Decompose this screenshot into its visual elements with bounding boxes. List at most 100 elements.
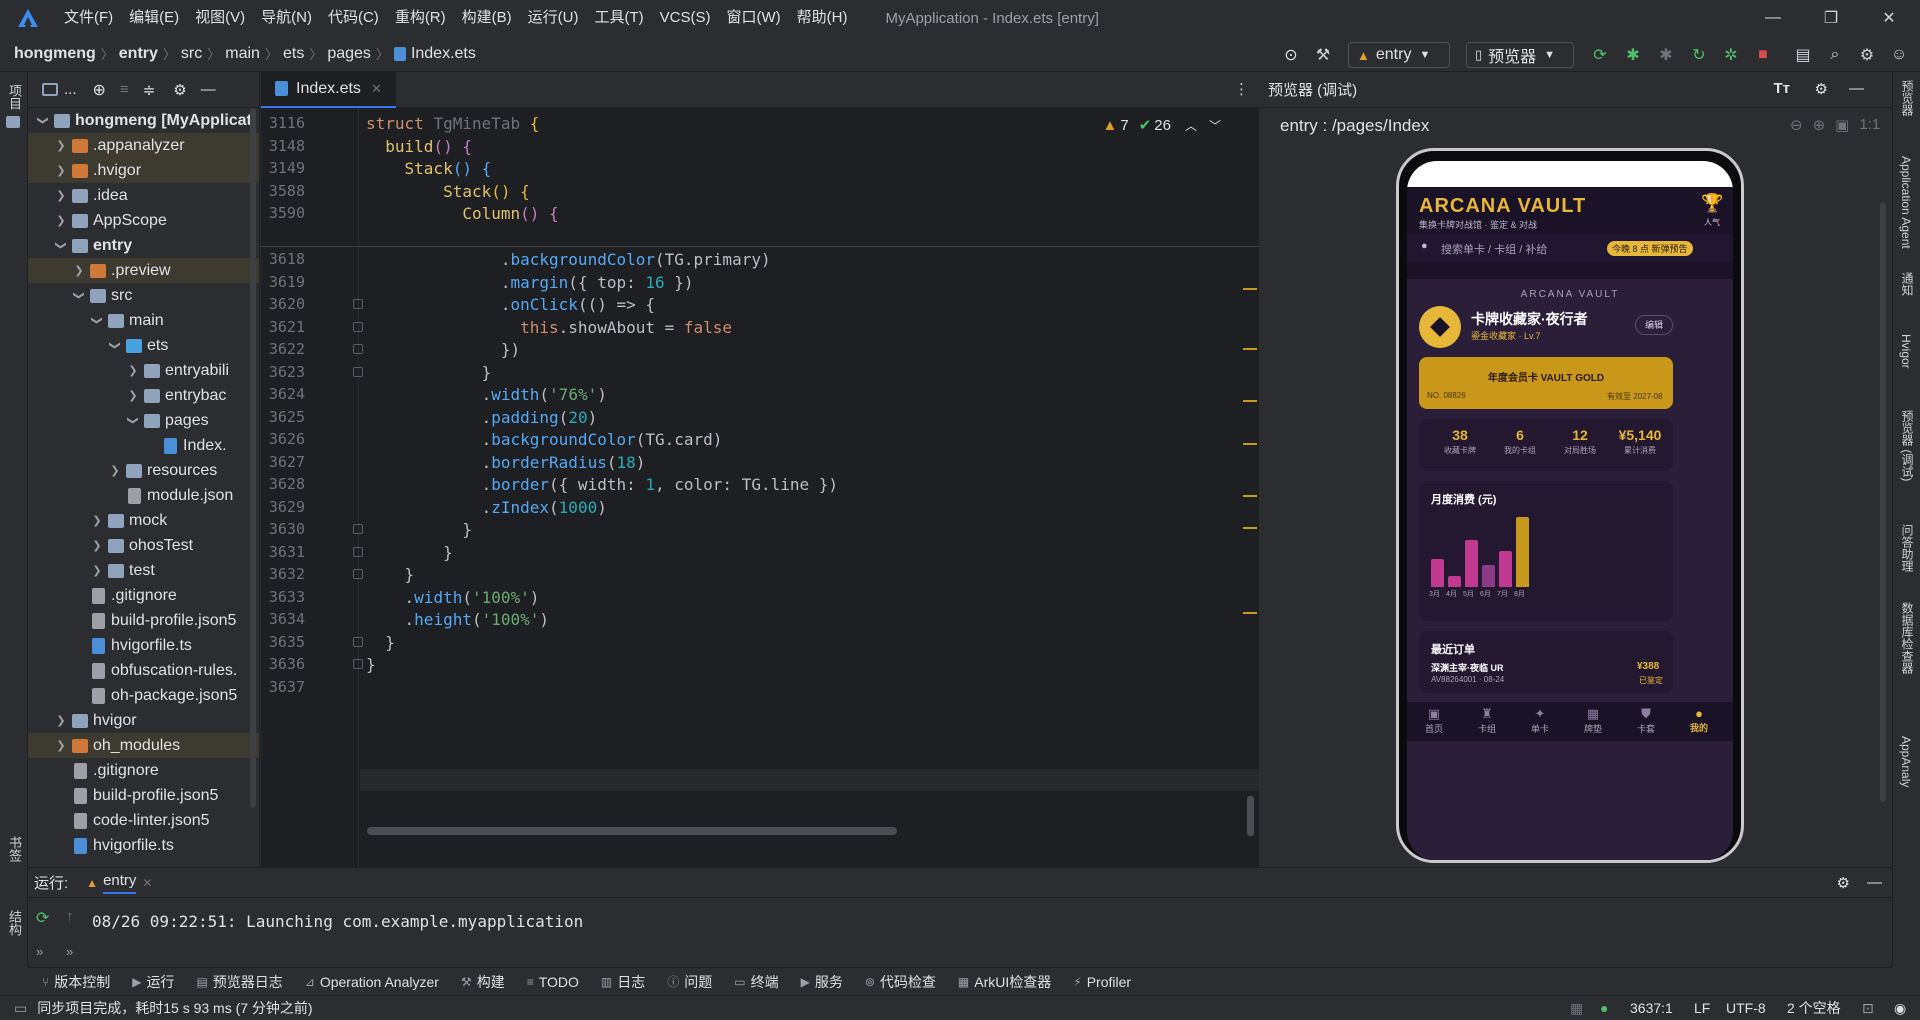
warning-marker[interactable] xyxy=(1243,443,1257,445)
right-tool-tab[interactable]: 数据库检查器 xyxy=(1899,602,1916,674)
nav-item[interactable]: ▣ 首页 xyxy=(1411,706,1457,735)
tree-node[interactable]: code-linter.json5 xyxy=(28,808,259,833)
breadcrumb-item[interactable]: main xyxy=(225,45,260,63)
zoom-out-icon[interactable]: ⊖ xyxy=(1790,116,1803,134)
fold-marker-icon[interactable] xyxy=(353,524,363,534)
tree-node[interactable]: ❯ ohosTest xyxy=(28,533,259,558)
close-tab-icon[interactable]: ✕ xyxy=(142,876,152,890)
menu-0[interactable]: 文件(F) xyxy=(56,0,121,36)
menu-6[interactable]: 构建(B) xyxy=(454,0,520,36)
right-tool-tab[interactable]: AppAnaly xyxy=(1899,736,1913,787)
fold-marker-icon[interactable] xyxy=(353,321,363,332)
expand-arrow-icon[interactable]: ❯ xyxy=(54,164,68,177)
nav-item[interactable]: ▦ 牌垫 xyxy=(1570,706,1616,735)
tree-node[interactable]: ❯ .appanalyzer xyxy=(28,133,259,158)
gear-icon[interactable]: ⚙ xyxy=(1815,80,1828,98)
expand-arrow-icon[interactable]: ❯ xyxy=(126,364,140,377)
collapse-all-icon[interactable]: ≑ xyxy=(143,81,156,99)
preview-scrollbar[interactable] xyxy=(1880,202,1886,802)
bottom-tool-1[interactable]: ▶ 运行 xyxy=(132,972,174,992)
expand-arrow-icon[interactable]: ❯ xyxy=(54,739,68,752)
fold-marker-icon[interactable] xyxy=(353,569,363,579)
tree-scrollbar[interactable] xyxy=(250,108,256,808)
menu-11[interactable]: 帮助(H) xyxy=(789,0,856,36)
expand-arrow-icon[interactable]: ❯ xyxy=(54,714,68,727)
tree-node[interactable]: ❯ entrybac xyxy=(28,383,259,408)
code-line[interactable]: .borderRadius(18) xyxy=(366,453,646,472)
project-structure-icon[interactable]: ▤ xyxy=(1792,44,1814,66)
bottom-tool-10[interactable]: ⊚ 代码检查 xyxy=(865,972,936,992)
file-encoding[interactable]: UTF-8 xyxy=(1726,1000,1766,1016)
code-line[interactable]: .padding(20) xyxy=(366,408,598,427)
fold-marker-icon[interactable] xyxy=(353,344,363,354)
project-view-select[interactable]: ... xyxy=(64,81,77,98)
bottom-tool-4[interactable]: ⚒ 构建 xyxy=(461,972,505,992)
code-line[interactable]: .border({ width: 1, color: TG.line }) xyxy=(366,475,838,494)
tree-node[interactable]: ❯ src xyxy=(28,283,259,308)
tree-node[interactable]: ❯ pages xyxy=(28,408,259,433)
code-line[interactable]: .onClick(() => { xyxy=(366,295,655,314)
warning-marker[interactable] xyxy=(1243,288,1257,290)
rerun-icon[interactable]: ⟳ xyxy=(1589,44,1611,66)
font-icon[interactable]: Tт xyxy=(1773,80,1790,97)
menu-3[interactable]: 导航(N) xyxy=(253,0,320,36)
code-line[interactable]: } xyxy=(366,565,415,584)
bottom-tool-12[interactable]: ⚡ Profiler xyxy=(1073,974,1131,990)
account-icon[interactable]: ☺ xyxy=(1888,44,1910,66)
expand-arrow-icon[interactable]: ❯ xyxy=(37,114,50,128)
more-icon[interactable]: » xyxy=(66,944,73,959)
nav-item[interactable]: ♜ 卡组 xyxy=(1464,706,1510,735)
tree-node[interactable]: ❯ .hvigor xyxy=(28,158,259,183)
breadcrumb-item[interactable]: Index.ets xyxy=(411,45,476,63)
right-tool-tab[interactable]: 通知 xyxy=(1899,272,1916,296)
expand-arrow-icon[interactable]: ❯ xyxy=(126,389,140,402)
close-tab-icon[interactable]: ✕ xyxy=(371,81,382,97)
caret-position[interactable]: 3637:1 xyxy=(1630,1000,1673,1016)
bottom-tool-0[interactable]: ⑂ 版本控制 xyxy=(42,972,110,992)
run-config-select[interactable]: ▲ entry ▼ xyxy=(1348,42,1450,68)
breadcrumb-item[interactable]: pages xyxy=(327,45,371,63)
right-tool-tab[interactable]: 预览器 xyxy=(1899,80,1916,116)
layout-icon[interactable]: ▭ xyxy=(14,1000,27,1017)
hide-icon[interactable]: — xyxy=(1849,80,1864,97)
code-line[interactable]: this.showAbout = false xyxy=(366,318,732,337)
expand-arrow-icon[interactable]: ❯ xyxy=(90,514,104,527)
code-line[interactable]: } xyxy=(366,543,453,562)
bottom-tool-6[interactable]: ▥ 日志 xyxy=(601,972,645,992)
tree-node[interactable]: hvigorfile.ts xyxy=(28,833,259,858)
menu-10[interactable]: 窗口(W) xyxy=(718,0,788,36)
tree-node[interactable]: obfuscation-rules. xyxy=(28,658,259,683)
stat-item[interactable]: ¥5,140 累计消费 xyxy=(1607,427,1673,456)
expand-arrow-icon[interactable]: ❯ xyxy=(91,314,104,328)
bottom-tool-2[interactable]: ▤ 预览器日志 xyxy=(196,972,282,992)
tree-node[interactable]: .gitignore xyxy=(28,758,259,783)
indent-setting[interactable]: 2 个空格 xyxy=(1787,998,1841,1018)
tree-node[interactable]: build-profile.json5 xyxy=(28,783,259,808)
menu-4[interactable]: 代码(C) xyxy=(320,0,387,36)
fit-icon[interactable]: ▣ xyxy=(1835,116,1849,134)
tree-node[interactable]: ❯ resources xyxy=(28,458,259,483)
warning-marker[interactable] xyxy=(1243,348,1257,350)
profile-icon[interactable]: ✲ xyxy=(1720,44,1742,66)
tree-node[interactable]: build-profile.json5 xyxy=(28,608,259,633)
breadcrumb-item[interactable]: hongmeng xyxy=(14,45,96,63)
gear-icon[interactable]: ⚙ xyxy=(1837,874,1850,892)
tree-node[interactable]: Index. xyxy=(28,433,259,458)
horizontal-scrollbar[interactable] xyxy=(367,827,897,835)
fold-marker-icon[interactable] xyxy=(353,546,363,557)
notifications-icon[interactable]: ◉ xyxy=(1894,1000,1906,1017)
locate-icon[interactable]: ⊕ xyxy=(93,80,106,100)
breadcrumb-item[interactable]: entry xyxy=(119,45,158,63)
tab-index-ets[interactable]: Index.ets ✕ xyxy=(261,71,396,108)
more-icon[interactable]: » xyxy=(36,944,43,959)
expand-arrow-icon[interactable]: ❯ xyxy=(55,239,68,253)
code-line[interactable]: .height('100%') xyxy=(366,610,550,629)
arrow-up-icon[interactable]: ↑ xyxy=(66,908,74,925)
status-ok-icon[interactable]: ● xyxy=(1600,1000,1608,1016)
code-line[interactable]: .width('100%') xyxy=(366,588,540,607)
nav-item[interactable]: ⛊ 卡套 xyxy=(1623,706,1669,735)
actual-size-icon[interactable]: 1:1 xyxy=(1859,116,1880,134)
debug-icon[interactable]: ✱ xyxy=(1622,44,1644,66)
lock-icon[interactable]: ⊡ xyxy=(1862,1000,1874,1017)
code-line[interactable]: } xyxy=(366,520,472,539)
